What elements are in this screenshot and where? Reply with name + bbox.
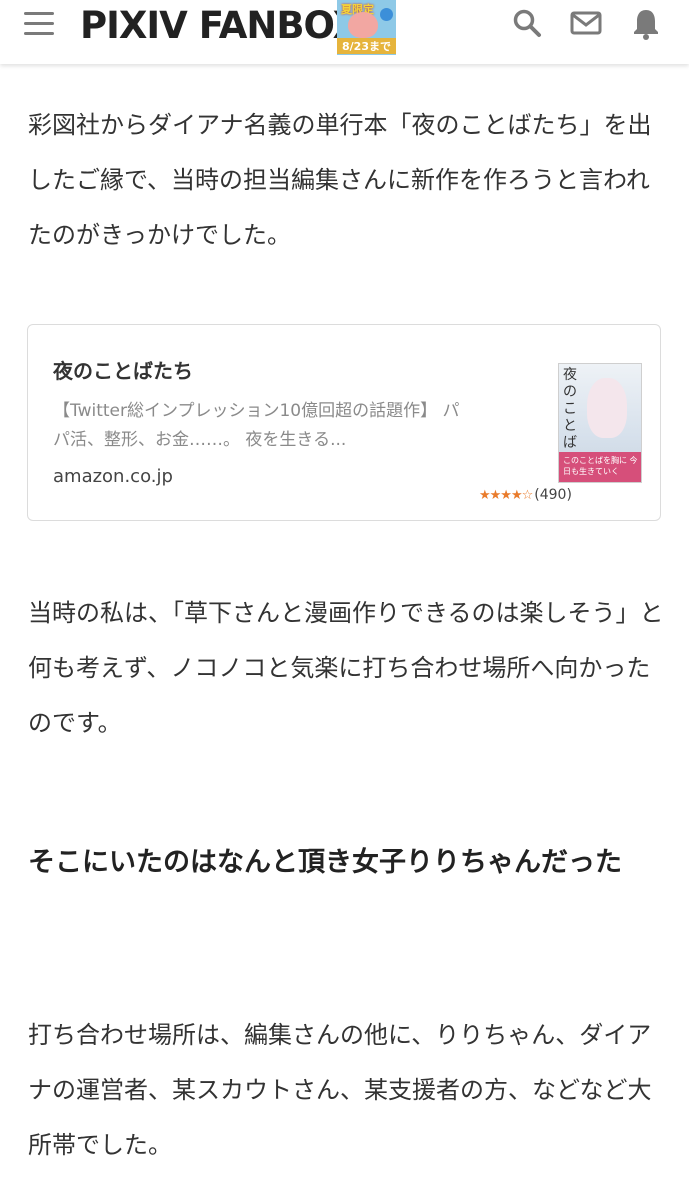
rating-stars-icon: ★★★★☆ [479,487,533,503]
cover-band-text: このことばを胸に 今日も生きていく [559,452,641,482]
search-icon[interactable] [512,8,542,38]
promo-character-image [348,12,378,38]
card-domain: amazon.co.jp [53,466,173,487]
article-paragraph-3: 打ち合わせ場所は、編集さんの他に、りりちゃん、ダイアナの運営者、某スカウトさん、… [28,1021,652,1159]
card-description: 【Twitter総インプレッション10億回超の話題作】 パパ活、整形、お金……。… [53,401,460,450]
article-paragraph-1: 彩図社からダイアナ名義の単行本「夜のことばたち」を出したご縁で、当時の担当編集さ… [28,111,652,249]
menu-icon[interactable] [22,12,56,38]
rating: ★★★★☆ (490) [479,485,572,505]
pixiv-fanbox-logo[interactable]: PIXIV FANBOX [80,6,361,46]
book-cover-image: 夜のことばたち このことばを胸に 今日も生きていく [558,363,642,483]
article-paragraph-2: 当時の私は、「草下さんと漫画作りできるのは楽しそう」と何も考えず、ノコノコと気楽… [28,599,664,737]
bell-icon[interactable] [632,8,660,40]
card-title: 夜のことばたち [53,359,193,383]
cover-illustration [587,378,627,438]
summer-promo-banner[interactable]: 夏限定 8/23まで [337,0,396,55]
promo-bubble-icon [380,8,393,21]
amazon-link-card[interactable]: 夜のことばたち 【Twitter総インプレッション10億回超の話題作】 パパ活、… [27,324,661,521]
mail-icon[interactable] [570,8,602,38]
rating-count: (490) [534,487,572,503]
promo-date-text: 8/23まで [337,38,396,54]
section-heading: そこにいたのはなんと頂き女子りりちゃんだった [28,847,622,878]
top-header: PIXIV FANBOX 夏限定 8/23まで [0,0,689,64]
